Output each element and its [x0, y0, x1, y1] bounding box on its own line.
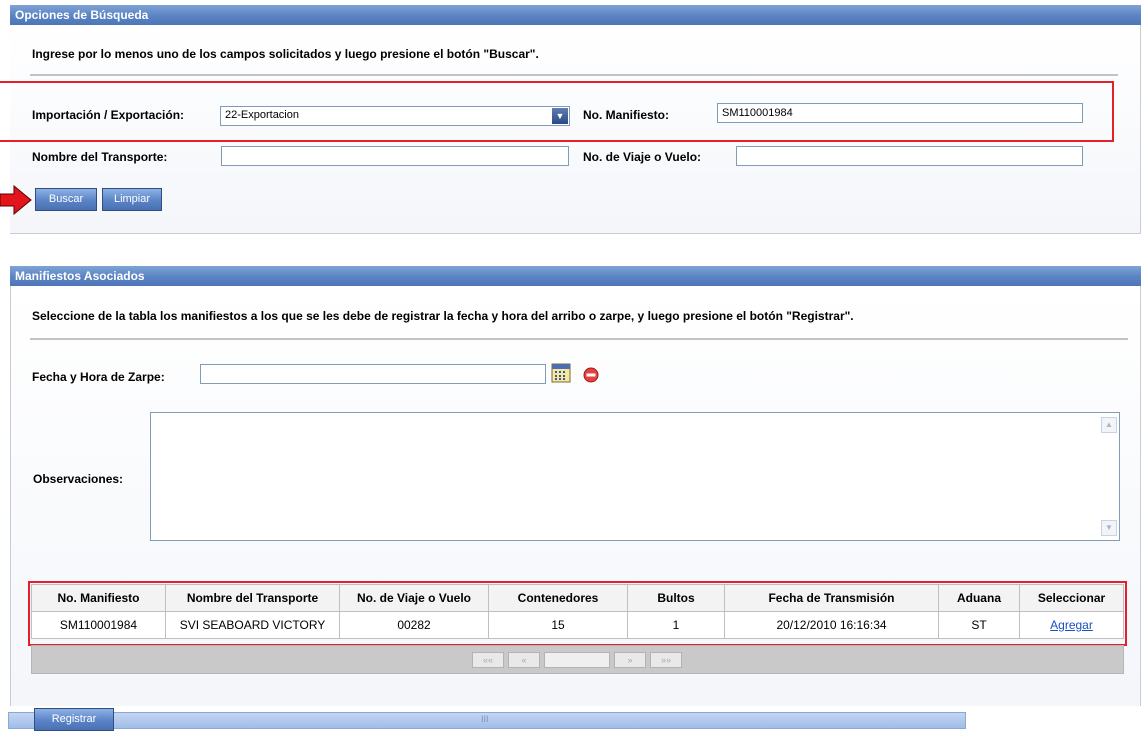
col-containers[interactable]: Contenedores — [488, 584, 628, 612]
search-panel-title: Opciones de Búsqueda — [15, 8, 149, 22]
pager-last-button[interactable]: »» — [650, 652, 682, 668]
manifests-divider — [30, 338, 1128, 340]
col-packages[interactable]: Bultos — [627, 584, 725, 612]
observations-textarea[interactable]: ▲ ▼ — [150, 412, 1120, 541]
import-export-label: Importación / Exportación: — [32, 108, 185, 122]
manifests-panel-header: Manifiestos Asociados — [10, 266, 1141, 286]
scrollbar-grip: III — [481, 714, 489, 724]
cell-containers: 15 — [488, 611, 628, 639]
col-transport[interactable]: Nombre del Transporte — [165, 584, 340, 612]
import-export-value: 22-Exportacion — [225, 109, 299, 121]
col-trip[interactable]: No. de Viaje o Vuelo — [339, 584, 489, 612]
calendar-icon[interactable] — [551, 363, 571, 383]
search-instruction: Ingrese por lo menos uno de los campos s… — [32, 47, 539, 61]
manifest-label: No. Manifiesto: — [583, 108, 669, 122]
cell-select: Agregar — [1019, 611, 1124, 639]
register-button[interactable]: Registrar — [34, 708, 114, 731]
transport-name-input[interactable] — [221, 146, 569, 166]
cell-packages: 1 — [627, 611, 725, 639]
departure-input[interactable] — [200, 364, 546, 384]
chevron-down-icon[interactable]: ▼ — [552, 108, 568, 124]
table-pager: «« « » »» — [31, 645, 1124, 674]
table-header-row: No. Manifiesto Nombre del Transporte No.… — [31, 584, 1124, 612]
remove-icon[interactable] — [583, 367, 599, 383]
col-manifest[interactable]: No. Manifiesto — [31, 584, 166, 612]
col-transmission-date[interactable]: Fecha de Transmisión — [724, 584, 939, 612]
scroll-down-icon[interactable]: ▼ — [1101, 520, 1117, 536]
import-export-select[interactable]: 22-Exportacion ▼ — [220, 106, 570, 126]
cell-transport: SVI SEABOARD VICTORY — [165, 611, 340, 639]
cell-customs: ST — [938, 611, 1020, 639]
pager-first-button[interactable]: «« — [472, 652, 504, 668]
red-arrow-icon — [0, 185, 32, 215]
search-divider — [30, 74, 1118, 76]
trip-label: No. de Viaje o Vuelo: — [583, 150, 702, 164]
col-customs[interactable]: Aduana — [938, 584, 1020, 612]
cell-transmission-date: 20/12/2010 16:16:34 — [724, 611, 939, 639]
search-panel-header: Opciones de Búsqueda — [10, 5, 1141, 25]
manifests-panel-title: Manifiestos Asociados — [15, 269, 145, 283]
manifests-table: No. Manifiesto Nombre del Transporte No.… — [31, 584, 1124, 639]
manifest-input[interactable] — [717, 103, 1083, 123]
table-row[interactable]: SM110001984 SVI SEABOARD VICTORY 00282 1… — [31, 611, 1124, 639]
pager-prev-button[interactable]: « — [508, 652, 540, 668]
pager-page-indicator — [544, 652, 610, 668]
observations-label: Observaciones: — [33, 472, 124, 486]
horizontal-scrollbar[interactable]: III — [8, 712, 966, 729]
scroll-up-icon[interactable]: ▲ — [1101, 417, 1117, 433]
search-button[interactable]: Buscar — [35, 188, 97, 211]
clear-button[interactable]: Limpiar — [102, 188, 162, 211]
manifests-instruction: Seleccione de la tabla los manifiestos a… — [32, 309, 854, 323]
add-manifest-link[interactable]: Agregar — [1050, 618, 1093, 632]
departure-label: Fecha y Hora de Zarpe: — [32, 370, 165, 384]
cell-trip: 00282 — [339, 611, 489, 639]
pager-next-button[interactable]: » — [614, 652, 646, 668]
trip-input[interactable] — [736, 146, 1083, 166]
col-select[interactable]: Seleccionar — [1019, 584, 1124, 612]
transport-name-label: Nombre del Transporte: — [32, 150, 168, 164]
cell-manifest: SM110001984 — [31, 611, 166, 639]
